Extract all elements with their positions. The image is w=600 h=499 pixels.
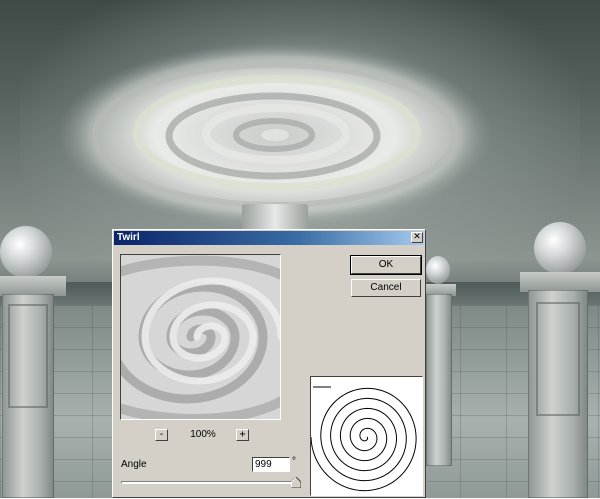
minus-icon: - <box>158 429 165 440</box>
zoom-level: 100% <box>190 429 216 440</box>
filter-preview[interactable] <box>120 254 281 420</box>
twirl-preview-image <box>121 255 280 419</box>
right-pillar-panel <box>536 302 580 416</box>
mid-right-pillar <box>424 256 458 466</box>
close-button[interactable]: ✕ <box>411 232 423 243</box>
left-pillar-cap <box>0 276 66 296</box>
angle-slider-track[interactable] <box>121 481 297 484</box>
angle-label: Angle <box>121 459 147 470</box>
plus-icon: + <box>239 429 246 440</box>
close-icon: ✕ <box>413 232 421 242</box>
mid-right-globe <box>426 256 450 284</box>
left-pillar <box>0 226 68 498</box>
right-globe <box>534 222 586 274</box>
right-pillar-shaft <box>528 290 588 498</box>
slider-thumb-icon[interactable] <box>291 477 301 488</box>
spiral-icon <box>310 386 417 492</box>
ok-button[interactable]: OK <box>350 255 422 275</box>
angle-input[interactable]: 999 <box>252 457 290 472</box>
spiral-diagram <box>310 376 423 496</box>
twirl-dialog: Twirl ✕ - 100% + OK Cancel Angle 999 ° <box>112 229 426 498</box>
dialog-titlebar[interactable]: Twirl ✕ <box>114 231 424 245</box>
zoom-out-button[interactable]: - <box>155 429 168 441</box>
cancel-button[interactable]: Cancel <box>351 279 421 297</box>
twirl-cloud-image <box>57 43 493 227</box>
zoom-in-button[interactable]: + <box>236 429 249 441</box>
mid-right-pillar-shaft <box>426 294 452 466</box>
degree-unit: ° <box>292 456 296 467</box>
right-pillar-cap <box>520 272 600 292</box>
left-globe <box>0 226 52 278</box>
left-pillar-panel <box>8 304 48 408</box>
left-pillar-shaft <box>2 294 54 498</box>
dialog-title: Twirl <box>117 232 140 243</box>
right-pillar <box>518 222 600 498</box>
